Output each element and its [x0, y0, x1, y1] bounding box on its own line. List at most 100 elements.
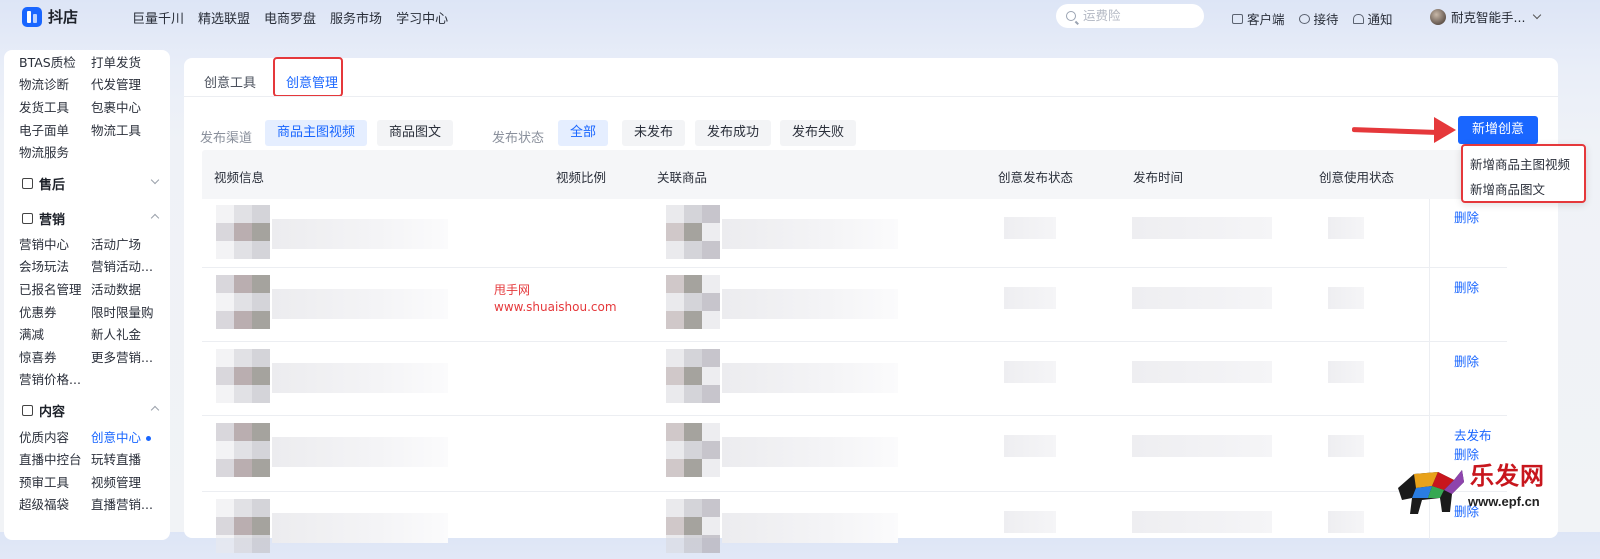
watermark: 甩手网 www.shuaishou.com [494, 282, 617, 316]
sidebar-item-logistics-diagnosis[interactable]: 物流诊断 [19, 74, 91, 93]
chevron-down-icon [1533, 10, 1542, 20]
notify-button[interactable]: 通知 [1352, 9, 1393, 28]
topnav-qianchuan[interactable]: 巨量千川 [132, 8, 184, 27]
sidebar-item-surprise-coupon[interactable]: 惊喜券 [19, 347, 91, 366]
sidebar-item-live-marketing[interactable]: 直播营销... [91, 494, 163, 513]
header-tools: 客户端 接待 通知 [1232, 9, 1393, 28]
bell-icon [1352, 13, 1364, 24]
sidebar-row: 惊喜券 更多营销... [19, 347, 163, 366]
sidebar-item-e-waybill[interactable]: 电子面单 [19, 120, 91, 139]
tab-creative-tools[interactable]: 创意工具 [204, 72, 256, 91]
thumbnail-blurred [666, 205, 898, 259]
table-row[interactable]: 删除 [184, 493, 1514, 559]
sidebar-row: BTAS质检 打单发货 [19, 52, 163, 71]
row-divider [202, 415, 1507, 416]
sidebar-item-marketing-activity[interactable]: 营销活动... [91, 256, 163, 275]
sidebar-item-lucky-bag[interactable]: 超级福袋 [19, 494, 91, 513]
sidebar-row: 电子面单 物流工具 [19, 120, 163, 139]
sidebar-item-print-ship[interactable]: 打单发货 [91, 52, 163, 71]
sidebar-item-full-reduction[interactable]: 满减 [19, 324, 91, 343]
status-chip-unpublished[interactable]: 未发布 [622, 120, 686, 146]
topnav-service-market[interactable]: 服务市场 [330, 8, 382, 27]
dropdown-item-new-image-text[interactable]: 新增商品图文 [1470, 179, 1545, 198]
account-menu[interactable]: 耐克智能手... [1430, 7, 1542, 26]
text-blurred [272, 437, 448, 467]
sidebar-item-logistics-service[interactable]: 物流服务 [19, 142, 91, 161]
sidebar-item-live-play[interactable]: 玩转直播 [91, 449, 163, 468]
sidebar-item-newcomer-gift[interactable]: 新人礼金 [91, 324, 163, 343]
client-label: 客户端 [1247, 12, 1285, 27]
sidebar-item-coupons[interactable]: 优惠券 [19, 302, 91, 321]
sidebar-row: 物流服务 [19, 142, 91, 161]
client-button[interactable]: 客户端 [1232, 9, 1285, 28]
sidebar-item-activity-data[interactable]: 活动数据 [91, 279, 163, 298]
search-box[interactable] [1056, 4, 1204, 28]
sidebar-section-marketing[interactable]: 营销 [22, 209, 160, 228]
sidebar-item-logistics-tools[interactable]: 物流工具 [91, 120, 163, 139]
thumbnail-blurred [216, 205, 448, 259]
topnav-learning[interactable]: 学习中心 [396, 8, 448, 27]
monitor-icon [1232, 13, 1243, 24]
sidebar-item-more-marketing[interactable]: 更多营销... [91, 347, 163, 366]
sidebar-item-venue-play[interactable]: 会场玩法 [19, 256, 91, 275]
status-chip-failed[interactable]: 发布失败 [780, 120, 857, 146]
sidebar-item-package-center[interactable]: 包裹中心 [91, 97, 163, 116]
sidebar-row: 预审工具 视频管理 [19, 472, 163, 491]
after-sale-icon [22, 178, 33, 189]
dropdown-item-new-video[interactable]: 新增商品主图视频 [1470, 154, 1570, 173]
sidebar-row: 营销价格... [19, 369, 91, 388]
app-logo[interactable]: 抖店 [22, 6, 78, 27]
cell-blurred [1132, 511, 1272, 533]
cell-blurred [1004, 511, 1056, 533]
chevron-up-icon [150, 405, 160, 415]
search-input[interactable] [1081, 8, 1195, 24]
status-chip-all[interactable]: 全部 [558, 120, 609, 146]
sidebar-item-marketing-center[interactable]: 营销中心 [19, 234, 91, 253]
channel-chip-video[interactable]: 商品主图视频 [265, 120, 368, 146]
sidebar-item-flash-sale[interactable]: 限时限量购 [91, 302, 163, 321]
table-row[interactable]: 删除 [184, 269, 1514, 335]
sidebar-item-creative-center[interactable]: 创意中心 [91, 427, 163, 446]
sidebar-item-label: 创意中心 [91, 430, 142, 445]
reception-button[interactable]: 接待 [1298, 9, 1339, 28]
sidebar-item-btas[interactable]: BTAS质检 [19, 52, 91, 71]
new-creative-button[interactable]: 新增创意 [1458, 116, 1538, 144]
tab-creative-manage[interactable]: 创意管理 [286, 72, 338, 91]
sidebar-item-registered[interactable]: 已报名管理 [19, 279, 91, 298]
sidebar-item-live-console[interactable]: 直播中控台 [19, 449, 91, 468]
sidebar-item-video-manage[interactable]: 视频管理 [91, 472, 163, 491]
channel-chip-image-text[interactable]: 商品图文 [377, 120, 454, 146]
sidebar-item-proxy-ship[interactable]: 代发管理 [91, 74, 163, 93]
text-blurred [722, 219, 898, 249]
sidebar-item-marketing-price[interactable]: 营销价格... [19, 369, 91, 388]
thumbnail-blurred [216, 275, 448, 329]
table-row[interactable]: 删除 [184, 199, 1514, 265]
sidebar-item-quality-content[interactable]: 优质内容 [19, 427, 91, 446]
row-divider [202, 267, 1507, 268]
sidebar-item-activity-plaza[interactable]: 活动广场 [91, 234, 163, 253]
cell-blurred [1132, 217, 1272, 239]
text-blurred [722, 437, 898, 467]
sidebar-section-title: 内容 [39, 405, 66, 420]
sidebar-item-pre-review[interactable]: 预审工具 [19, 472, 91, 491]
text-blurred [722, 513, 898, 543]
publish-link[interactable]: 去发布 [1454, 425, 1492, 444]
table-row[interactable]: 去发布 删除 [184, 417, 1514, 483]
sidebar-section-after-sale[interactable]: 售后 [22, 174, 160, 193]
th-publish-status: 创意发布状态 [998, 170, 1074, 185]
topnav-alliance[interactable]: 精选联盟 [198, 8, 250, 27]
delete-link[interactable]: 删除 [1454, 351, 1479, 370]
sidebar-section-content[interactable]: 内容 [22, 401, 160, 420]
sidebar-section-title: 营销 [39, 213, 66, 228]
delete-link[interactable]: 删除 [1454, 277, 1479, 296]
sidebar-item-ship-tools[interactable]: 发货工具 [19, 97, 91, 116]
delete-link[interactable]: 删除 [1454, 207, 1479, 226]
status-chip-success[interactable]: 发布成功 [695, 120, 772, 146]
thumbnail-blurred [216, 423, 448, 477]
th-video-ratio: 视频比例 [556, 170, 607, 185]
text-blurred [272, 363, 448, 393]
cell-blurred [1004, 435, 1056, 457]
cell-blurred [1132, 361, 1272, 383]
table-row[interactable]: 删除 [184, 343, 1514, 409]
topnav-compass[interactable]: 电商罗盘 [264, 8, 316, 27]
